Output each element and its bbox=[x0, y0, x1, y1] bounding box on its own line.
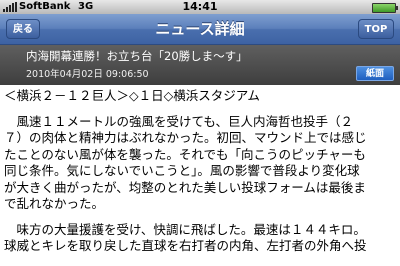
paragraph-line: 同じ条件。気にしないでいこうと」。風の影響で普段より変化球 bbox=[4, 163, 360, 178]
article-body: ＜横浜２－１２巨人＞◇１日◇横浜スタジアム 風速１１メートルの強風を受けても、巨… bbox=[4, 88, 398, 264]
article-paragraph: 味方の大量援護を受け、快調に飛ばした。最速は１４４キロ。 球威とキレを取り戻した… bbox=[4, 222, 398, 255]
paragraph-line: 味方の大量援護を受け、快調に飛ばした。最速は１４４キロ。 bbox=[4, 221, 366, 237]
paragraph-line: 球威とキレを取り戻した直球を右打者の内角、左打者の外角へ投 bbox=[4, 238, 367, 253]
article-headline: 内海開幕連勝！お立ち台「20勝しま～す」 bbox=[26, 49, 248, 63]
paragraph-line: ７）の肉体と精神力はぶれなかった。初回、マウンド上では感じ bbox=[4, 130, 367, 145]
newspaper-button[interactable]: 紙面 bbox=[356, 66, 394, 81]
article-date: 2010年04月02日 09:06:50 bbox=[26, 69, 149, 80]
paragraph-line: たことのない風が体を襲った。それでも「向こうのピッチャーも bbox=[4, 146, 366, 162]
screen: SoftBank 3G 14:41 ニュース詳細 戻る TOP 内海開幕連勝！お… bbox=[0, 0, 400, 266]
back-button[interactable]: 戻る bbox=[6, 19, 40, 39]
status-bar: SoftBank 3G 14:41 bbox=[0, 0, 400, 14]
article-header: 内海開幕連勝！お立ち台「20勝しま～す」 2010年04月02日 09:06:5… bbox=[0, 45, 400, 85]
article-paragraph: 風速１１メートルの強風を受けても、巨人内海哲也投手（２ ７）の肉体と精神力はぶれ… bbox=[4, 114, 398, 213]
paragraph-line: が大きく曲がったが、均整のとれた美しい投球フォームは最後ま bbox=[4, 179, 366, 195]
battery-icon bbox=[372, 3, 398, 13]
top-button[interactable]: TOP bbox=[358, 19, 394, 39]
paragraph-line: で乱れなかった。 bbox=[4, 196, 105, 211]
article-dateline: ＜横浜２－１２巨人＞◇１日◇横浜スタジアム bbox=[4, 88, 260, 103]
status-time: 14:41 bbox=[182, 0, 218, 13]
paragraph-line: 風速１１メートルの強風を受けても、巨人内海哲也投手（２ bbox=[4, 113, 354, 129]
navigation-bar: ニュース詳細 戻る TOP bbox=[0, 14, 400, 45]
page-title: ニュース詳細 bbox=[155, 20, 245, 38]
